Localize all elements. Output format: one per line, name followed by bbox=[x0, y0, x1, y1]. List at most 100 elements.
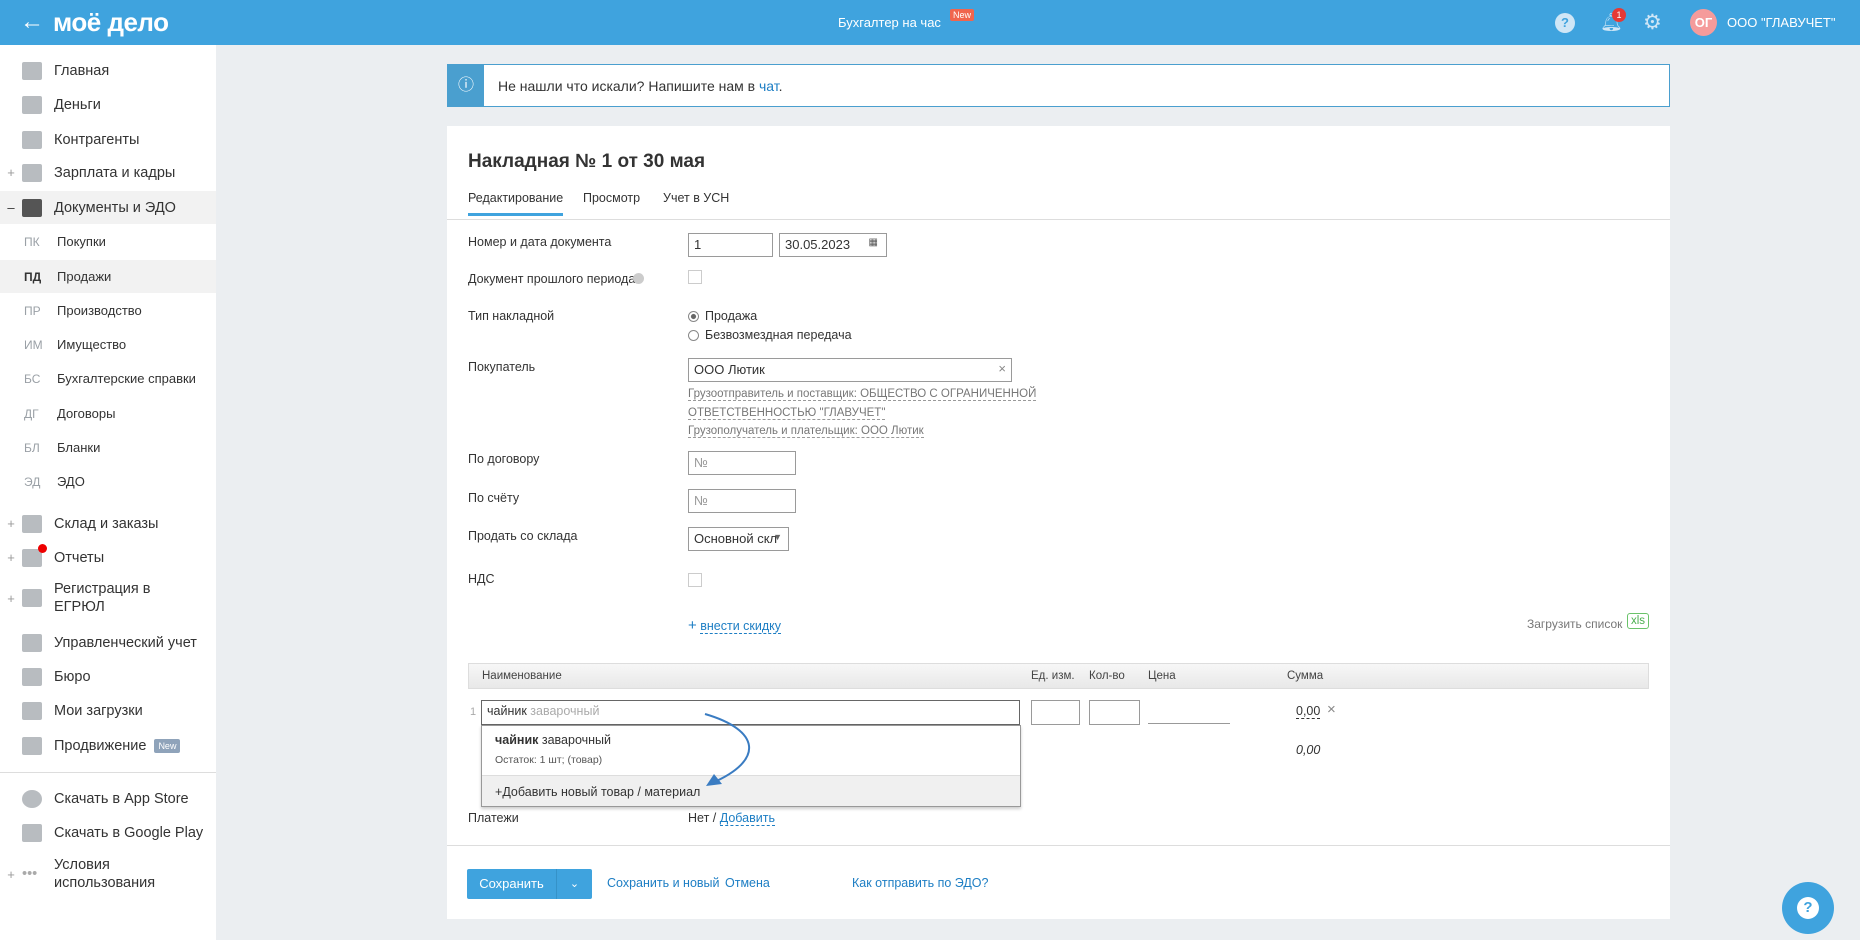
autocomplete-hint: заварочный bbox=[526, 704, 600, 718]
new-badge: New bbox=[950, 9, 975, 21]
sidebar-sub-statements[interactable]: БС Бухгалтерские справки bbox=[0, 362, 216, 395]
google-play-link[interactable]: Скачать в Google Play bbox=[0, 816, 216, 849]
play-icon bbox=[22, 823, 42, 842]
info-hint-icon[interactable] bbox=[633, 273, 644, 284]
qty-input[interactable] bbox=[1089, 700, 1140, 725]
help-fab[interactable]: ? bbox=[1782, 882, 1834, 934]
label-vat: НДС bbox=[468, 572, 495, 586]
sidebar-item-reports[interactable]: + Отчеты bbox=[0, 541, 216, 574]
payments-none: Нет / bbox=[688, 811, 720, 825]
save-and-new-link[interactable]: Сохранить и новый bbox=[607, 876, 720, 890]
tab-view[interactable]: Просмотр bbox=[583, 191, 640, 205]
sidebar-item-salary[interactable]: + Зарплата и кадры bbox=[0, 156, 216, 189]
unit-input[interactable] bbox=[1031, 700, 1080, 725]
sidebar-item-management[interactable]: Управленческий учет bbox=[0, 626, 216, 659]
vat-checkbox[interactable] bbox=[688, 573, 702, 587]
radio-free-transfer[interactable]: Безвозмездная передача bbox=[688, 328, 852, 342]
help-icon[interactable]: ? bbox=[1555, 13, 1575, 33]
sidebar-item-documents[interactable]: – Документы и ЭДО bbox=[0, 191, 216, 224]
radio-sale[interactable]: Продажа bbox=[688, 309, 757, 323]
label: Документы и ЭДО bbox=[54, 199, 176, 216]
label-contract: По договору bbox=[468, 452, 540, 466]
info-dot: . bbox=[778, 78, 783, 94]
back-arrow-icon[interactable]: ← bbox=[20, 8, 44, 36]
tab-usn[interactable]: Учет в УСН bbox=[663, 191, 729, 205]
sidebar-item-warehouse[interactable]: + Склад и заказы bbox=[0, 507, 216, 540]
save-options-chevron-icon[interactable]: ⌄ bbox=[556, 869, 592, 899]
label: Добавить новый товар / материал bbox=[502, 785, 701, 799]
info-banner: ⓘ Не нашли что искали? Напишите нам в ча… bbox=[447, 64, 1670, 107]
col-unit: Ед. изм. bbox=[1031, 670, 1075, 682]
home-icon bbox=[22, 61, 42, 80]
sidebar-item-money[interactable]: Деньги bbox=[0, 88, 216, 121]
sidebar-sub-edo[interactable]: ЭД ЭДО bbox=[0, 465, 216, 498]
buyer-input[interactable]: ООО Лютик × bbox=[688, 358, 1012, 382]
expand-icon: + bbox=[7, 165, 15, 180]
plus-icon: + bbox=[688, 617, 697, 634]
total-sum: 0,00 bbox=[1296, 743, 1321, 757]
arrow-annotation bbox=[704, 713, 751, 786]
save-button[interactable]: Сохранить bbox=[467, 869, 556, 899]
label: Скачать в App Store bbox=[54, 790, 189, 807]
folder-icon bbox=[22, 198, 42, 217]
warehouse-select[interactable]: Основной скл ▼ bbox=[688, 527, 789, 551]
label: Имущество bbox=[57, 337, 127, 352]
label: Продвижение bbox=[54, 737, 147, 754]
xls-upload-button[interactable]: xls bbox=[1627, 613, 1650, 629]
col-name: Наименование bbox=[482, 670, 562, 682]
label: Контрагенты bbox=[54, 131, 140, 148]
chat-link[interactable]: чат bbox=[759, 78, 779, 94]
label: Продажа bbox=[705, 309, 758, 323]
shipper-link-cont[interactable]: ОТВЕТСТВЕННОСТЬЮ "ГЛАВУЧЕТ" bbox=[688, 407, 886, 420]
suggestion-item[interactable]: чайник заварочный bbox=[495, 733, 611, 747]
label: Покупки bbox=[57, 234, 106, 249]
sidebar-item-contractors[interactable]: Контрагенты bbox=[0, 123, 216, 156]
label: Зарплата и кадры bbox=[54, 164, 176, 181]
sidebar-item-downloads[interactable]: Мои загрузки bbox=[0, 694, 216, 727]
doc-date-input[interactable]: 30.05.2023 ▦ bbox=[779, 233, 887, 257]
sidebar-item-promotion[interactable]: Продвижение New bbox=[0, 729, 216, 762]
typed: чайник bbox=[487, 704, 527, 718]
label: Условия использования bbox=[54, 857, 156, 891]
contract-input[interactable]: № bbox=[688, 451, 796, 475]
label-past-period: Документ прошлого периода bbox=[468, 272, 636, 286]
add-payment-link[interactable]: Добавить bbox=[719, 811, 775, 826]
edo-help-link[interactable]: Как отправить по ЭДО? bbox=[852, 876, 989, 890]
shipper-link[interactable]: Грузоотправитель и поставщик: ОБЩЕСТВО С… bbox=[688, 388, 1037, 401]
invoice-input[interactable]: № bbox=[688, 489, 796, 513]
sidebar-item-bureau[interactable]: Бюро bbox=[0, 660, 216, 693]
sidebar: Главная Деньги Контрагенты + Зарплата и к… bbox=[0, 45, 216, 940]
delete-row-icon[interactable]: × bbox=[1327, 701, 1336, 718]
sidebar-sub-contracts[interactable]: ДГ Договоры bbox=[0, 397, 216, 430]
row-sum[interactable]: 0,00 bbox=[1296, 704, 1321, 719]
app-store-link[interactable]: Скачать в App Store bbox=[0, 782, 216, 815]
sidebar-item-home[interactable]: Главная bbox=[0, 54, 216, 87]
gear-icon[interactable]: ⚙ bbox=[1643, 10, 1662, 35]
sidebar-item-registration[interactable]: + Регистрация в ЕГРЮЛ bbox=[0, 574, 216, 622]
past-period-checkbox[interactable] bbox=[688, 270, 702, 284]
accountant-link[interactable]: Бухгалтер на час bbox=[838, 15, 941, 30]
clear-icon[interactable]: × bbox=[998, 361, 1006, 376]
label: Деньги bbox=[54, 96, 101, 113]
discount-link[interactable]: + внести скидку bbox=[688, 617, 782, 634]
rest: заварочный bbox=[538, 733, 612, 747]
calendar-icon[interactable]: ▦ bbox=[869, 237, 878, 248]
ruble-icon bbox=[22, 633, 42, 652]
company-name[interactable]: ООО "ГЛАВУЧЕТ" bbox=[1727, 15, 1835, 30]
upload-list-label[interactable]: Загрузить список bbox=[1527, 617, 1622, 631]
sidebar-sub-production[interactable]: ПР Производство bbox=[0, 294, 216, 327]
avatar[interactable]: ОГ bbox=[1690, 9, 1717, 36]
abbr: БС bbox=[24, 371, 41, 386]
sidebar-sub-property[interactable]: ИМ Имущество bbox=[0, 328, 216, 361]
label: ЭДО bbox=[57, 474, 85, 489]
tab-edit[interactable]: Редактирование bbox=[468, 191, 564, 216]
sidebar-sub-sales[interactable]: ПД Продажи bbox=[0, 260, 216, 293]
cancel-link[interactable]: Отмена bbox=[725, 876, 770, 890]
doc-number-input[interactable]: 1 bbox=[688, 233, 773, 257]
sidebar-sub-forms[interactable]: БЛ Бланки bbox=[0, 431, 216, 464]
sidebar-sub-purchases[interactable]: ПК Покупки bbox=[0, 225, 216, 258]
consignee-link[interactable]: Грузополучатель и плательщик: ООО Лютик bbox=[688, 425, 924, 438]
terms-link[interactable]: + ••• Условия использования bbox=[0, 850, 216, 898]
price-input[interactable] bbox=[1148, 723, 1230, 724]
logo[interactable]: моё дело bbox=[53, 7, 169, 38]
